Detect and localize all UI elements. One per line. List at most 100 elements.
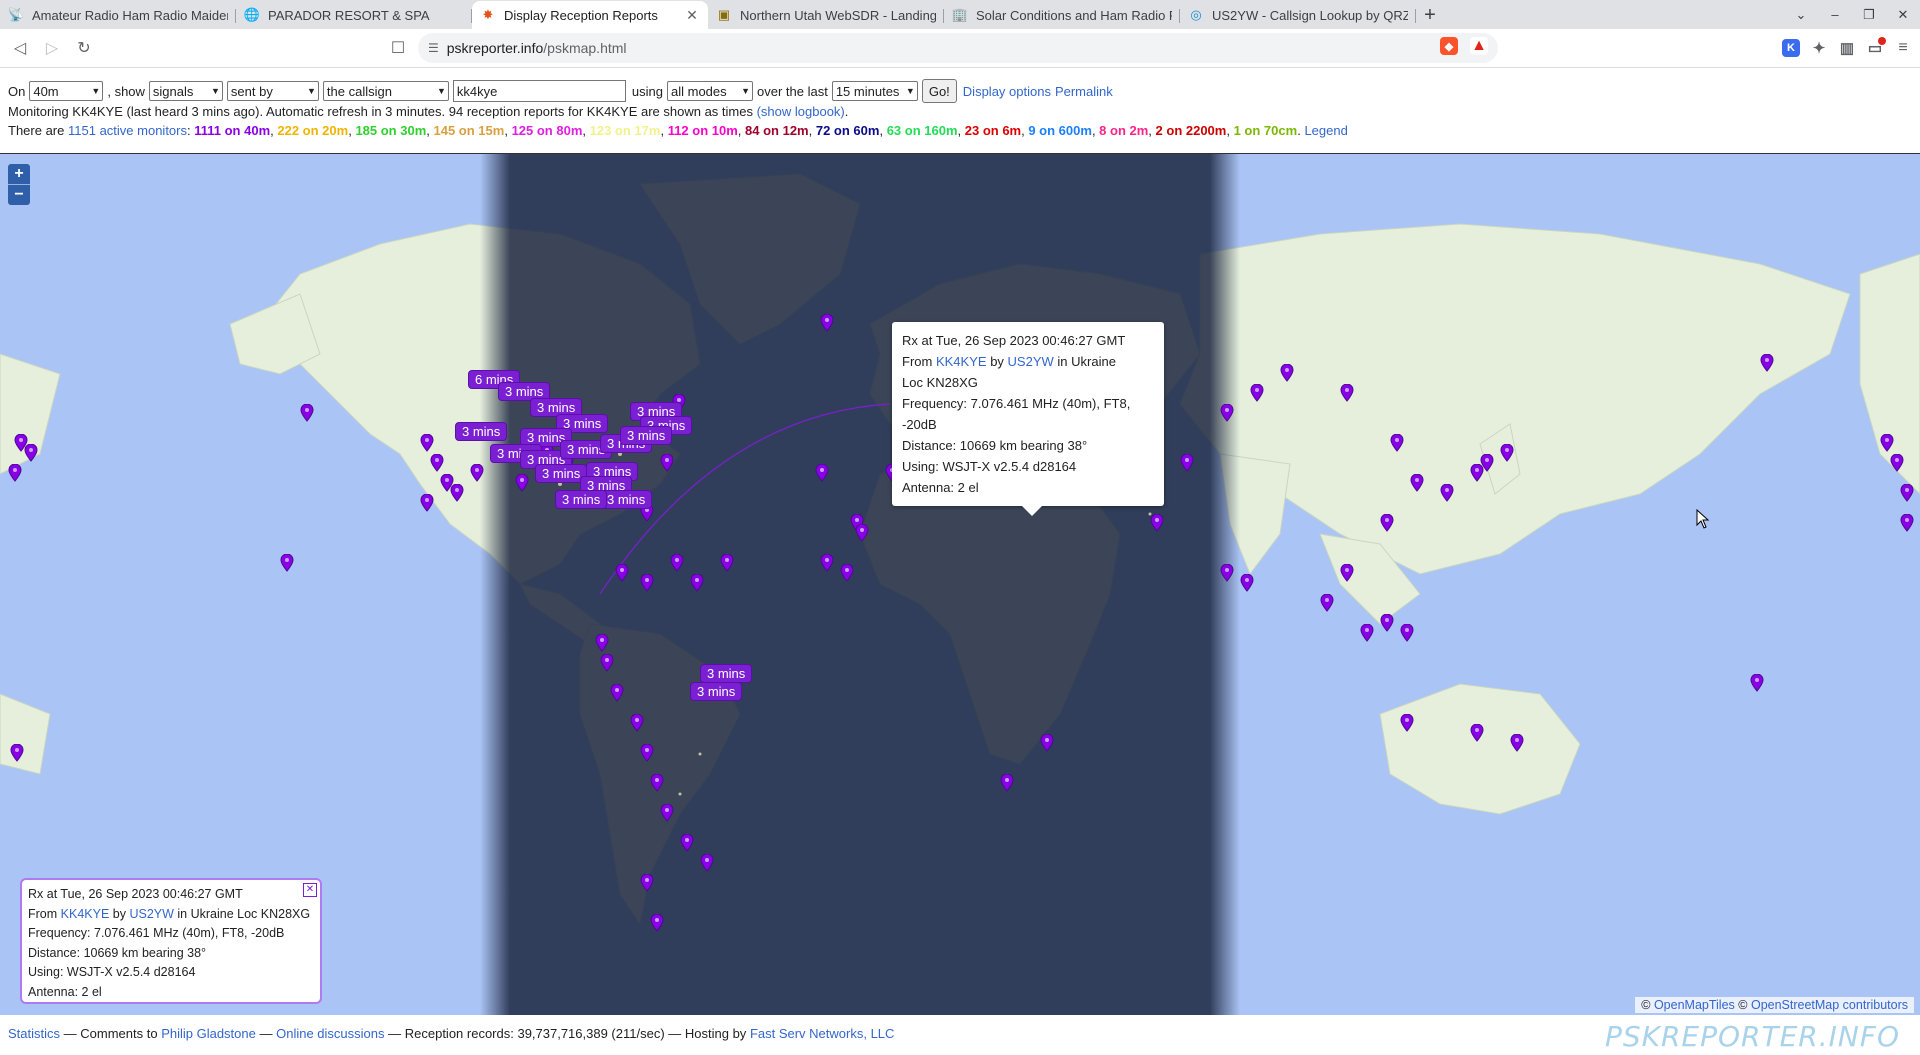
- reload-icon[interactable]: ↻: [68, 33, 100, 63]
- station-marker-icon[interactable]: [1220, 404, 1234, 422]
- station-marker-icon[interactable]: [1400, 624, 1414, 642]
- menu-icon[interactable]: ≡: [1894, 39, 1912, 57]
- zoom-in-button[interactable]: +: [8, 164, 30, 184]
- infobox-rx-call-link[interactable]: US2YW: [129, 907, 173, 921]
- station-marker-icon[interactable]: [1380, 514, 1394, 532]
- station-marker-icon[interactable]: [815, 464, 829, 482]
- station-marker-icon[interactable]: [615, 564, 629, 582]
- popup-rx-call-link[interactable]: US2YW: [1008, 354, 1054, 369]
- address-bar[interactable]: ☰ pskreporter.info/pskmap.html ⤴: [418, 33, 1498, 63]
- new-tab-button[interactable]: +: [1416, 1, 1444, 29]
- forward-icon[interactable]: ▷: [36, 33, 68, 63]
- station-marker-icon[interactable]: [1400, 714, 1414, 732]
- statistics-link[interactable]: Statistics: [8, 1026, 60, 1041]
- station-marker-icon[interactable]: [1340, 564, 1354, 582]
- station-marker-icon[interactable]: [1900, 514, 1914, 532]
- display-options-link[interactable]: Display options: [963, 84, 1051, 99]
- station-marker-icon[interactable]: [670, 554, 684, 572]
- station-marker-icon[interactable]: [1340, 384, 1354, 402]
- openmaptiles-link[interactable]: OpenMapTiles: [1654, 998, 1735, 1012]
- station-marker-icon[interactable]: [1180, 454, 1194, 472]
- station-marker-icon[interactable]: [8, 464, 22, 482]
- station-marker-icon[interactable]: [1000, 774, 1014, 792]
- close-tab-icon[interactable]: ✕: [684, 7, 700, 24]
- show-select[interactable]: signals ▼: [148, 81, 223, 101]
- tab-northern-utah-websdr[interactable]: ▣ Northern Utah WebSDR - Landing Pa: [708, 1, 944, 29]
- report-time-label[interactable]: 3 mins: [700, 664, 753, 683]
- station-marker-icon[interactable]: [300, 404, 314, 422]
- bookmark-icon[interactable]: ☐: [382, 33, 414, 63]
- station-marker-icon[interactable]: [1760, 354, 1774, 372]
- station-marker-icon[interactable]: [1880, 434, 1894, 452]
- tab-display-reception-reports[interactable]: ✸ Display Reception Reports ✕: [472, 1, 708, 29]
- station-marker-icon[interactable]: [1220, 564, 1234, 582]
- openstreetmap-link[interactable]: OpenStreetMap contributors: [1751, 998, 1908, 1012]
- back-icon[interactable]: ◁: [4, 33, 36, 63]
- station-marker-icon[interactable]: [1250, 384, 1264, 402]
- station-marker-icon[interactable]: [1390, 434, 1404, 452]
- station-marker-icon[interactable]: [610, 684, 624, 702]
- sidebar-icon[interactable]: ▥: [1838, 39, 1856, 57]
- station-marker-icon[interactable]: [720, 554, 734, 572]
- station-marker-icon[interactable]: [450, 484, 464, 502]
- extensions-puzzle-icon[interactable]: ✦: [1810, 39, 1828, 57]
- tab-qrz-lookup[interactable]: ◎ US2YW - Callsign Lookup by QRZ Ha: [1180, 1, 1416, 29]
- station-marker-icon[interactable]: [1500, 444, 1514, 462]
- mode-select[interactable]: all modes ▼: [667, 81, 753, 101]
- popup-tx-call-link[interactable]: KK4KYE: [936, 354, 987, 369]
- report-time-label[interactable]: 3 mins: [455, 422, 508, 441]
- station-marker-icon[interactable]: [1360, 624, 1374, 642]
- brave-rewards-icon[interactable]: ▲: [1470, 37, 1488, 55]
- report-time-label[interactable]: 3 mins: [690, 682, 743, 701]
- go-button[interactable]: Go!: [921, 79, 957, 103]
- brave-shields-icon[interactable]: ◆: [1440, 37, 1458, 55]
- zoom-out-button[interactable]: −: [8, 184, 30, 205]
- minimize-icon[interactable]: –: [1818, 7, 1852, 22]
- hosting-link[interactable]: Fast Serv Networks, LLC: [750, 1026, 895, 1041]
- report-time-label[interactable]: 3 mins: [600, 490, 653, 509]
- station-marker-icon[interactable]: [690, 574, 704, 592]
- station-marker-icon[interactable]: [470, 464, 484, 482]
- show-logbook-link[interactable]: (show logbook): [757, 104, 845, 119]
- extension-k-icon[interactable]: K: [1782, 39, 1800, 57]
- station-marker-icon[interactable]: [1320, 594, 1334, 612]
- wallet-icon[interactable]: ▭: [1866, 37, 1886, 57]
- station-marker-icon[interactable]: [1890, 454, 1904, 472]
- period-select[interactable]: 15 minutes ▼: [831, 81, 918, 101]
- station-marker-icon[interactable]: [420, 434, 434, 452]
- station-marker-icon[interactable]: [420, 494, 434, 512]
- station-marker-icon[interactable]: [1480, 454, 1494, 472]
- permalink-link[interactable]: Permalink: [1055, 84, 1113, 99]
- station-marker-icon[interactable]: [650, 914, 664, 932]
- author-link[interactable]: Philip Gladstone: [161, 1026, 256, 1041]
- station-marker-icon[interactable]: [24, 444, 38, 462]
- station-marker-icon[interactable]: [515, 474, 529, 492]
- station-marker-icon[interactable]: [600, 654, 614, 672]
- station-marker-icon[interactable]: [820, 314, 834, 332]
- station-marker-icon[interactable]: [700, 854, 714, 872]
- tab-parador[interactable]: 🌐 PARADOR RESORT & SPA: [236, 1, 472, 29]
- callsign-input[interactable]: kk4kye: [452, 80, 626, 102]
- station-marker-icon[interactable]: [1510, 734, 1524, 752]
- tab-list-icon[interactable]: ⌄: [1784, 7, 1818, 23]
- tab-solar-conditions[interactable]: 🏢 Solar Conditions and Ham Radio Pro: [944, 1, 1180, 29]
- station-marker-icon[interactable]: [1240, 574, 1254, 592]
- report-time-label[interactable]: 3 mins: [555, 490, 608, 509]
- station-marker-icon[interactable]: [1750, 674, 1764, 692]
- station-marker-icon[interactable]: [1040, 734, 1054, 752]
- station-marker-icon[interactable]: [595, 634, 609, 652]
- restore-icon[interactable]: ❐: [1852, 7, 1886, 23]
- station-marker-icon[interactable]: [855, 524, 869, 542]
- station-marker-icon[interactable]: [1280, 364, 1294, 382]
- close-icon[interactable]: ✕: [303, 883, 317, 897]
- station-marker-icon[interactable]: [840, 564, 854, 582]
- target-select[interactable]: the callsign ▼: [322, 81, 449, 101]
- station-marker-icon[interactable]: [1440, 484, 1454, 502]
- report-time-label[interactable]: 3 mins: [620, 426, 673, 445]
- close-window-icon[interactable]: ✕: [1886, 7, 1920, 23]
- station-marker-icon[interactable]: [640, 574, 654, 592]
- direction-select[interactable]: sent by ▼: [226, 81, 319, 101]
- tab-amateur-radio[interactable]: 📡 Amateur Radio Ham Radio Maidenhe: [0, 1, 236, 29]
- station-marker-icon[interactable]: [430, 454, 444, 472]
- station-marker-icon[interactable]: [630, 714, 644, 732]
